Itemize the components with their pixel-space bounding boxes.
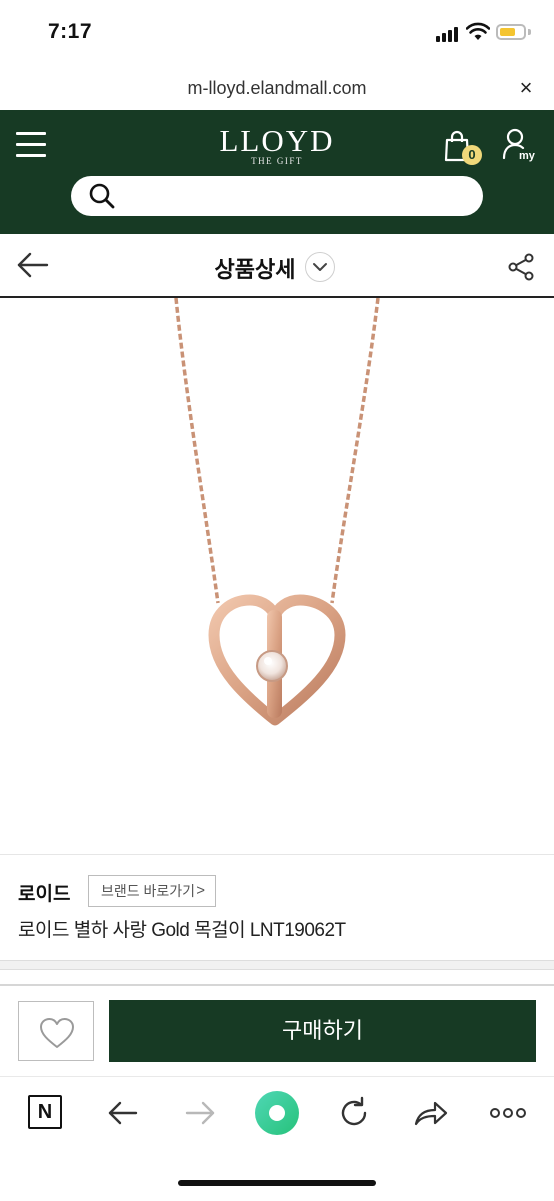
refresh-icon[interactable] xyxy=(334,1093,374,1133)
cart-count-badge[interactable]: 0 xyxy=(462,145,482,165)
forward-icon[interactable] xyxy=(180,1093,220,1133)
more-options-icon[interactable] xyxy=(488,1093,528,1133)
search-input[interactable] xyxy=(125,182,469,212)
status-time: 7:17 xyxy=(48,20,93,43)
divider-line xyxy=(0,984,554,986)
back-icon[interactable] xyxy=(103,1093,143,1133)
lloyd-logo[interactable]: LLOYD THE GIFT xyxy=(200,123,354,167)
logo-text: LLOYD xyxy=(219,123,335,158)
chevron-down-icon xyxy=(313,263,327,271)
naver-icon[interactable]: N xyxy=(28,1095,62,1129)
home-button-dot xyxy=(269,1105,285,1121)
page-title: 상품상세 xyxy=(214,257,296,282)
home-indicator[interactable] xyxy=(178,1180,376,1186)
buy-button[interactable]: 구매하기 xyxy=(109,1000,536,1062)
title-dropdown-button[interactable] xyxy=(305,252,335,282)
my-page-label[interactable]: my xyxy=(519,150,535,162)
url-text[interactable]: m-lloyd.elandmall.com xyxy=(0,78,554,99)
battery-icon xyxy=(496,24,526,40)
search-icon[interactable] xyxy=(88,182,116,210)
brand-shortcut-button[interactable]: 브랜드 바로가기 > xyxy=(88,875,216,907)
brand-name[interactable]: 로이드 xyxy=(18,879,70,906)
hamburger-menu-icon[interactable] xyxy=(16,130,48,160)
section-divider xyxy=(0,960,554,970)
share-icon[interactable] xyxy=(506,252,536,282)
wishlist-button[interactable] xyxy=(18,1001,94,1061)
chevron-right-icon: > xyxy=(196,882,205,899)
cellular-signal-icon xyxy=(436,26,460,42)
back-arrow-icon[interactable] xyxy=(16,250,50,280)
battery-tip xyxy=(528,29,531,35)
product-info-section xyxy=(0,854,554,961)
brand-shortcut-label: 브랜드 바로가기 xyxy=(101,883,196,899)
share-forward-icon[interactable] xyxy=(411,1093,451,1133)
heart-icon xyxy=(40,1018,74,1048)
search-bar[interactable] xyxy=(71,176,483,216)
wifi-icon xyxy=(466,22,490,40)
product-name: 로이드 별하 사랑 Gold 목걸이 LNT19062T xyxy=(18,920,346,941)
product-image[interactable] xyxy=(0,298,554,854)
green-home-button[interactable] xyxy=(255,1091,299,1135)
close-icon[interactable]: × xyxy=(512,74,540,102)
